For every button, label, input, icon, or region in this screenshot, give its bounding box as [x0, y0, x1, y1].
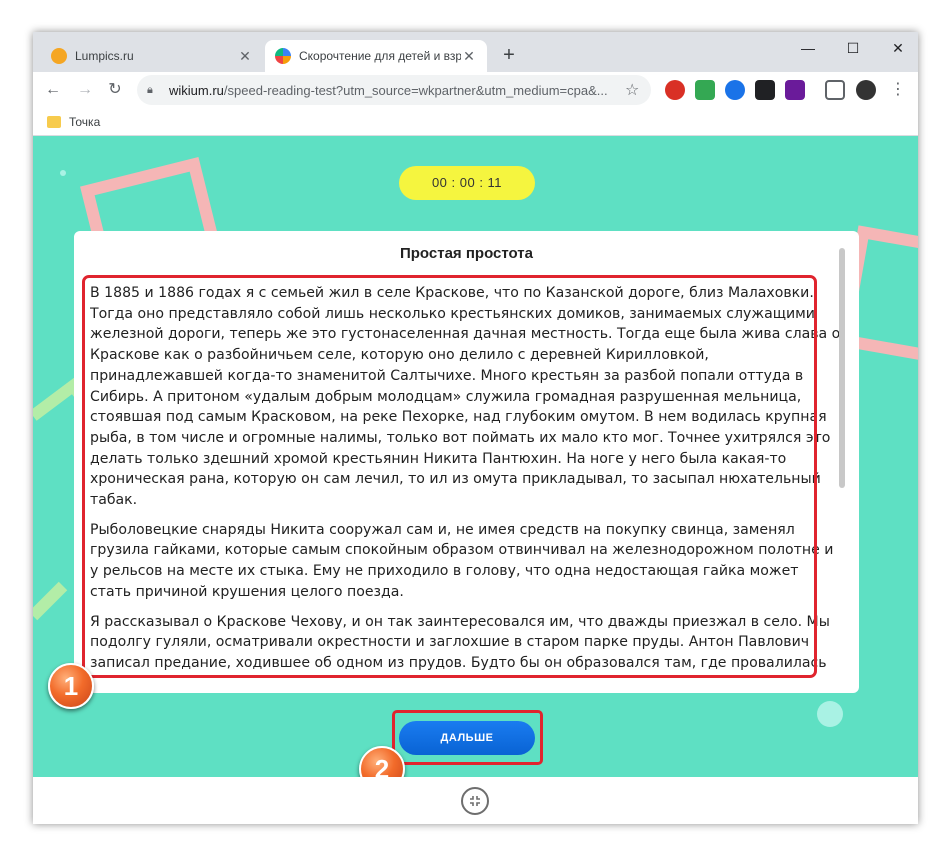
- close-icon[interactable]: ✕: [461, 48, 477, 65]
- lumpics-favicon-icon: [51, 48, 67, 64]
- text-title: Простая простота: [399, 245, 533, 262]
- globe-extension-icon[interactable]: [725, 80, 745, 100]
- tab-strip: Lumpics.ru ✕ Скорочтение для детей и взр…: [33, 32, 918, 72]
- page-footer: [33, 777, 918, 824]
- text-scrollbar[interactable]: [839, 248, 845, 488]
- minimize-button[interactable]: —: [788, 36, 828, 60]
- close-window-button[interactable]: ✕: [878, 36, 918, 60]
- back-button[interactable]: ←: [41, 78, 65, 102]
- exit-fullscreen-icon[interactable]: [461, 787, 489, 815]
- tab-wikium[interactable]: Скорочтение для детей и взрос ✕: [265, 40, 487, 72]
- wikium-favicon-icon: [275, 48, 291, 64]
- tab-title: Lumpics.ru: [75, 49, 134, 63]
- annotation-highlight-button: [392, 710, 543, 765]
- url-text[interactable]: wikium.ru/speed-reading-test?utm_source=…: [169, 83, 625, 98]
- timer: 00 : 00 : 11: [399, 166, 535, 200]
- music-extension-icon[interactable]: [695, 80, 715, 100]
- tab-title: Скорочтение для детей и взрос: [299, 49, 461, 63]
- annotation-badge-1: 1: [48, 663, 94, 709]
- browser-window: Lumpics.ru ✕ Скорочтение для детей и взр…: [33, 32, 918, 824]
- folder-icon: [47, 115, 61, 128]
- menu-kebab-icon[interactable]: ⋮: [888, 80, 908, 100]
- extension-1-icon[interactable]: [665, 80, 685, 100]
- box-extension-icon[interactable]: [755, 80, 775, 100]
- browser-toolbar: ← → ↻ 🔒︎ wikium.ru/speed-reading-test?ut…: [33, 72, 918, 108]
- media-control-icon[interactable]: [825, 80, 845, 100]
- tab-lumpics[interactable]: Lumpics.ru ✕: [41, 40, 263, 72]
- address-bar[interactable]: 🔒︎ wikium.ru/speed-reading-test?utm_sour…: [137, 75, 651, 105]
- page-content: 00 : 00 : 11 Простая простота В 1885 и 1…: [33, 136, 918, 777]
- bookmark-star-icon[interactable]: ☆: [625, 80, 641, 100]
- bookmarks-bar: Точка: [33, 108, 918, 136]
- avatar[interactable]: [856, 80, 876, 100]
- maximize-button[interactable]: ☐: [833, 36, 873, 60]
- new-tab-button[interactable]: +: [497, 44, 521, 68]
- url-path: /speed-reading-test?utm_source=wkpartner…: [223, 82, 608, 98]
- purple-extension-icon[interactable]: [785, 80, 805, 100]
- forward-button[interactable]: →: [73, 78, 97, 102]
- annotation-highlight-text: [82, 275, 817, 678]
- lock-icon: 🔒︎: [147, 83, 153, 96]
- bookmark-tochka[interactable]: Точка: [69, 115, 100, 129]
- url-host: wikium.ru: [169, 82, 224, 98]
- reload-button[interactable]: ↻: [103, 78, 127, 102]
- close-icon[interactable]: ✕: [237, 48, 253, 65]
